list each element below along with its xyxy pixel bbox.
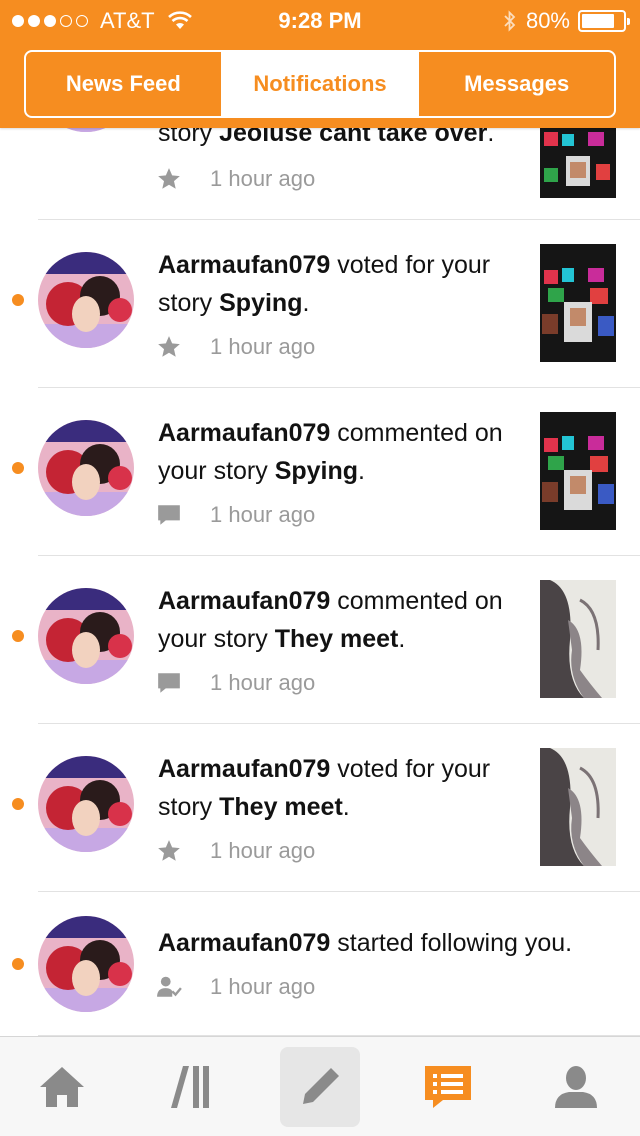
user-avatar[interactable] (38, 756, 134, 852)
timestamp: 1 hour ago (210, 166, 316, 191)
segmented-control: News Feed Notifications Messages (24, 50, 616, 118)
story-title[interactable]: Spying (219, 289, 302, 317)
timestamp: 1 hour ago (210, 974, 316, 999)
comment-icon (158, 673, 180, 693)
story-cover[interactable] (540, 412, 616, 530)
user-avatar[interactable] (38, 252, 134, 348)
notification-text: Aarmaufan079 commented on your story The… (158, 587, 503, 653)
follow-icon (157, 976, 182, 997)
tab-news-feed[interactable]: News Feed (26, 52, 223, 116)
battery-area: 80% (502, 8, 630, 34)
notification-item[interactable]: Aarmaufan079 commented on your story The… (0, 556, 640, 724)
user-avatar[interactable] (38, 588, 134, 684)
notification-text: Aarmaufan079 voted for your story Spying… (158, 251, 491, 317)
nav-notifications[interactable] (408, 1047, 488, 1127)
bluetooth-icon (504, 10, 516, 32)
notification-meta: 1 hour ago (156, 334, 315, 360)
unread-indicator (12, 798, 24, 810)
timestamp: 1 hour ago (210, 502, 316, 527)
notification-meta: 1 hour ago (156, 166, 315, 192)
app-header: AT&T 9:28 PM 80% News Feed Notifications… (0, 0, 640, 128)
notification-list: story Jeoluse cant take over. 1 hour ago… (0, 36, 640, 1036)
notification-item[interactable]: Aarmaufan079 started following you. 1 ho… (0, 892, 640, 1036)
comment-icon (158, 505, 180, 525)
user-avatar[interactable] (38, 916, 134, 1012)
unread-indicator (12, 294, 24, 306)
pencil-icon (303, 1068, 339, 1104)
story-title[interactable]: They meet (275, 625, 399, 653)
notification-item[interactable]: Aarmaufan079 commented on your story Spy… (0, 388, 640, 556)
notification-meta: 1 hour ago (156, 838, 315, 864)
story-title[interactable]: They meet (219, 793, 343, 821)
username[interactable]: Aarmaufan079 (158, 929, 330, 957)
bottom-nav (0, 1036, 640, 1136)
username[interactable]: Aarmaufan079 (158, 251, 330, 279)
tab-messages[interactable]: Messages (419, 52, 614, 116)
profile-icon (555, 1066, 597, 1108)
story-cover[interactable] (540, 244, 616, 362)
unread-indicator (12, 630, 24, 642)
library-icon (171, 1066, 209, 1108)
status-bar: AT&T 9:28 PM 80% (0, 0, 640, 40)
timestamp: 1 hour ago (210, 334, 316, 359)
battery-percent: 80% (525, 8, 570, 33)
nav-home[interactable] (22, 1047, 102, 1127)
nav-write[interactable] (280, 1047, 360, 1127)
nav-profile[interactable] (536, 1047, 616, 1127)
battery-icon (578, 10, 630, 32)
username[interactable]: Aarmaufan079 (158, 587, 330, 615)
star-icon (158, 336, 180, 357)
tab-notifications[interactable]: Notifications (222, 52, 420, 116)
notification-item[interactable]: Aarmaufan079 voted for your story They m… (0, 724, 640, 892)
notification-item[interactable]: Aarmaufan079 voted for your story Spying… (0, 220, 640, 388)
notification-meta: 1 hour ago (156, 502, 315, 528)
unread-indicator (12, 958, 24, 970)
story-cover[interactable] (540, 748, 616, 866)
battery-level (582, 14, 614, 28)
notification-text: Aarmaufan079 started following you. (158, 929, 573, 957)
notification-text: Aarmaufan079 commented on your story Spy… (158, 419, 503, 485)
notification-meta: 1 hour ago (156, 670, 315, 696)
timestamp: 1 hour ago (210, 670, 316, 695)
story-cover[interactable] (540, 580, 616, 698)
notification-text: Aarmaufan079 voted for your story They m… (158, 755, 491, 821)
star-icon (158, 168, 180, 189)
story-title[interactable]: Spying (275, 457, 358, 485)
home-icon (40, 1067, 84, 1107)
nav-library[interactable] (152, 1047, 232, 1127)
notification-meta: 1 hour ago (156, 974, 315, 1000)
notifications-icon (425, 1066, 471, 1108)
unread-indicator (12, 462, 24, 474)
username[interactable]: Aarmaufan079 (158, 419, 330, 447)
story-cover[interactable] (540, 128, 616, 198)
timestamp: 1 hour ago (210, 838, 316, 863)
username[interactable]: Aarmaufan079 (158, 755, 330, 783)
star-icon (158, 840, 180, 861)
user-avatar[interactable] (38, 420, 134, 516)
